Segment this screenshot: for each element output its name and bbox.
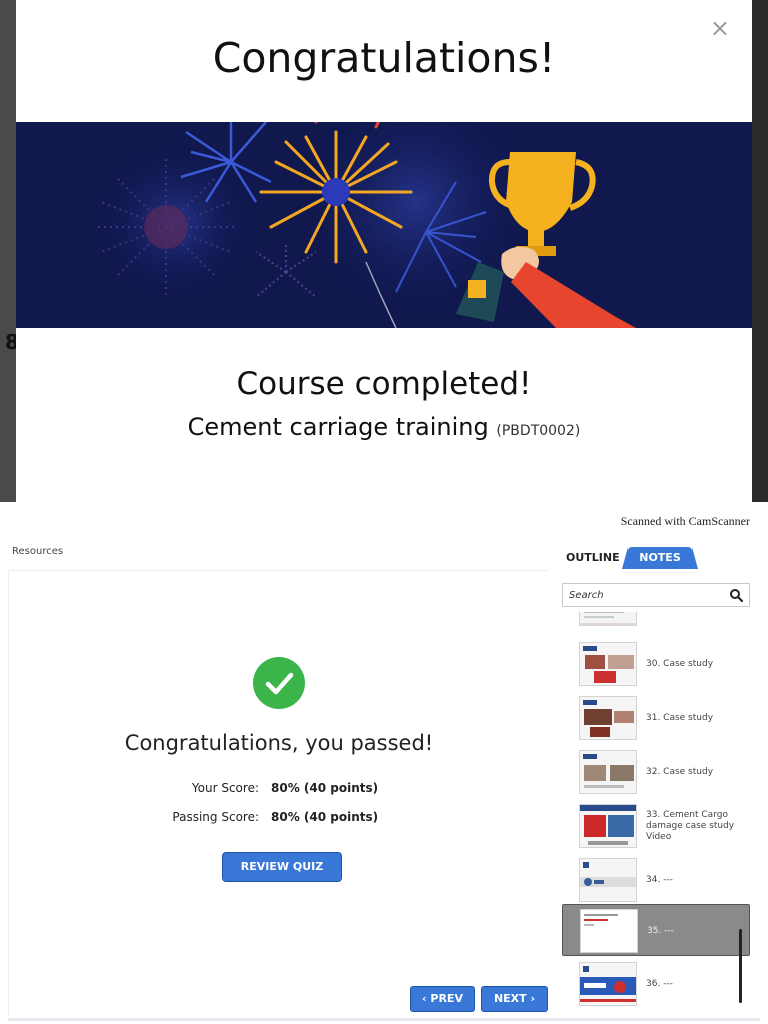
resources-link[interactable]: Resources: [12, 546, 63, 557]
search-icon[interactable]: [729, 588, 743, 602]
slide-label: 33. Cement Cargo damage case study Video: [646, 809, 735, 842]
slide-item[interactable]: 32. Case study: [562, 746, 750, 798]
slide-label: [646, 612, 746, 630]
slide-thumbnail: [579, 750, 637, 794]
slide-thumbnail: [579, 642, 637, 686]
course-completed-heading: Course completed!: [236, 366, 532, 402]
slide-thumbnail: [579, 858, 637, 902]
slide-label: 36. ---: [646, 978, 673, 989]
next-button[interactable]: NEXT ›: [481, 986, 548, 1012]
slide-label: 31. Case study: [646, 712, 714, 723]
course-complete-screenshot: 8 Congratulations! × Course completed! C…: [0, 0, 768, 502]
slide-label: 30. Case study: [646, 658, 714, 669]
review-quiz-button[interactable]: REVIEW QUIZ: [222, 852, 342, 882]
modal-title: Congratulations!: [212, 34, 556, 82]
background-page-edge-right: [752, 0, 768, 502]
slide-label: 32. Case study: [646, 766, 714, 777]
your-score-value: 80% (40 points): [271, 781, 379, 795]
celebration-banner: [16, 122, 752, 328]
course-name-line: Cement carriage training (PBDT0002): [16, 413, 752, 441]
slide-outline-list: 30. Case study 31. Case study 32. Case s…: [562, 612, 750, 1016]
slide-thumbnail: [579, 696, 637, 740]
slide-thumbnail: [579, 804, 637, 848]
passing-score-label: Passing Score:: [172, 810, 259, 824]
result-title: Congratulations, you passed!: [124, 731, 434, 755]
bottom-divider: [8, 1018, 760, 1021]
scan-watermark: Scanned with CamScanner: [620, 514, 750, 528]
tab-outline[interactable]: OUTLINE: [566, 551, 620, 564]
slide-item[interactable]: 36. ---: [562, 958, 750, 1010]
search-box: [562, 583, 750, 607]
course-code: (PBDT0002): [496, 423, 581, 439]
slide-item[interactable]: 31. Case study: [562, 692, 750, 744]
checkmark-icon: [253, 657, 305, 709]
slide-thumbnail: [579, 612, 637, 626]
passing-score-value: 80% (40 points): [271, 810, 379, 824]
tab-notes[interactable]: NOTES: [622, 547, 698, 569]
slide-item[interactable]: 30. Case study: [562, 638, 750, 690]
sidebar-scrollbar[interactable]: [739, 929, 742, 1003]
your-score-label: Your Score:: [191, 781, 259, 795]
slide-item-selected[interactable]: 35. ---: [562, 904, 750, 956]
quiz-result-panel: Congratulations, you passed! Your Score:…: [8, 570, 548, 1016]
course-name: Cement carriage training: [187, 413, 489, 441]
prev-button[interactable]: ‹ PREV: [410, 986, 475, 1012]
congratulations-modal: Congratulations! × Course completed! Cem…: [16, 0, 752, 502]
close-icon[interactable]: ×: [710, 14, 730, 42]
fireworks-icon: [16, 122, 752, 328]
background-page-edge: 8: [0, 0, 19, 502]
slide-item[interactable]: 33. Cement Cargo damage case study Video: [562, 800, 750, 852]
slide-item[interactable]: [562, 612, 750, 630]
slide-label: 34. ---: [646, 874, 673, 885]
search-input[interactable]: [569, 587, 719, 603]
slide-label: 35. ---: [647, 925, 674, 936]
slide-thumbnail: [579, 962, 637, 1006]
slide-item[interactable]: 34. ---: [562, 854, 750, 906]
slide-thumbnail: [580, 909, 638, 953]
